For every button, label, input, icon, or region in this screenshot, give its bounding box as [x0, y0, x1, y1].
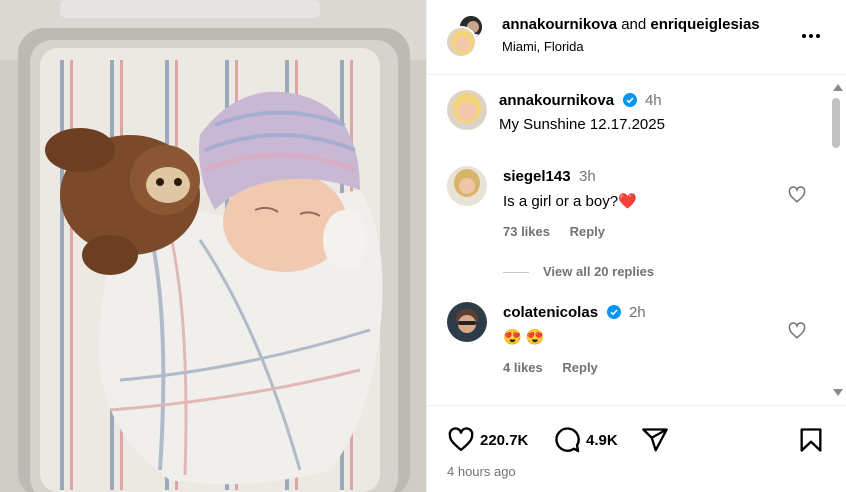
reply-button[interactable]: Reply [570, 224, 605, 239]
heart-icon [788, 186, 806, 203]
comment-time[interactable]: 3h [579, 168, 596, 185]
author-avatars[interactable] [445, 14, 485, 58]
author-username[interactable]: annakournikova [502, 16, 617, 33]
heart-icon [448, 427, 474, 452]
caption-time[interactable]: 4h [645, 92, 662, 109]
comment-text: 😍 😍 [503, 329, 545, 346]
post-photo[interactable] [0, 0, 426, 492]
post-actions: 220.7K 4.9K 4 hours ago [427, 405, 846, 492]
comment-header: siegel143 3h [503, 168, 596, 186]
comment-avatar-image [447, 166, 487, 206]
photo-newborn-illustration [0, 0, 426, 492]
post-header: annakournikova and enriqueiglesias Miami… [427, 0, 846, 75]
caption-username[interactable]: annakournikova [499, 92, 614, 109]
replies-divider [503, 272, 529, 274]
comment-time[interactable]: 2h [629, 304, 646, 321]
authors-conjunction: and [621, 16, 647, 33]
view-replies-button[interactable]: View all 20 replies [503, 264, 654, 279]
coauthor-username[interactable]: enriqueiglesias [650, 16, 759, 33]
like-button[interactable]: 220.7K [447, 426, 528, 454]
verified-icon [622, 93, 637, 107]
post-authors: annakournikova and enriqueiglesias [502, 16, 760, 33]
post-timestamp[interactable]: 4 hours ago [447, 464, 516, 479]
comment-avatar[interactable] [447, 302, 487, 342]
caption-text: My Sunshine 12.17.2025 [499, 116, 665, 133]
like-comment-button[interactable] [788, 186, 806, 204]
scrollbar-thumb[interactable] [832, 98, 840, 148]
author-avatar[interactable] [445, 26, 477, 58]
comment-username[interactable]: siegel143 [503, 168, 571, 185]
comment-likes[interactable]: 4 likes [503, 360, 543, 375]
comments-scrollbar[interactable] [830, 80, 844, 400]
comment-icon [555, 427, 580, 453]
comment-avatar[interactable] [447, 166, 487, 206]
share-icon [642, 428, 668, 452]
share-button[interactable] [641, 426, 669, 454]
comment-avatar-image [447, 302, 487, 342]
more-options-button[interactable] [799, 24, 823, 48]
bookmark-icon [800, 428, 822, 452]
caption-header: annakournikova 4h [499, 92, 662, 110]
caption-avatar-image [447, 90, 487, 130]
likes-count[interactable]: 220.7K [480, 432, 528, 449]
view-replies-label: View all 20 replies [543, 264, 655, 279]
comment-username[interactable]: colatenicolas [503, 304, 598, 321]
comment-header: colatenicolas 2h [503, 304, 646, 322]
comment-button[interactable]: 4.9K [553, 426, 618, 454]
comment-item: siegel143 3h Is a girl or a boy?❤️ 73 li… [447, 166, 817, 296]
comment-meta: 4 likes Reply [503, 360, 614, 375]
author-avatar-image [447, 28, 475, 56]
reply-button[interactable]: Reply [562, 360, 597, 375]
heart-icon [788, 322, 806, 339]
post-location[interactable]: Miami, Florida [502, 39, 584, 54]
comments-count[interactable]: 4.9K [586, 432, 618, 449]
verified-icon [606, 305, 621, 319]
comment-text: Is a girl or a boy?❤️ [503, 193, 637, 210]
comment-likes[interactable]: 73 likes [503, 224, 550, 239]
scroll-down-arrow-icon[interactable] [833, 389, 843, 396]
more-icon [802, 34, 820, 38]
like-comment-button[interactable] [788, 322, 806, 340]
comment-meta: 73 likes Reply [503, 224, 621, 239]
comment-item: colatenicolas 2h 😍 😍 4 likes Reply [447, 302, 817, 406]
caption-avatar[interactable] [447, 90, 487, 130]
comments-list[interactable]: annakournikova 4h My Sunshine 12.17.2025… [427, 76, 846, 406]
scroll-up-arrow-icon[interactable] [833, 84, 843, 91]
post-details-panel: annakournikova and enriqueiglesias Miami… [426, 0, 846, 492]
save-button[interactable] [797, 426, 825, 454]
